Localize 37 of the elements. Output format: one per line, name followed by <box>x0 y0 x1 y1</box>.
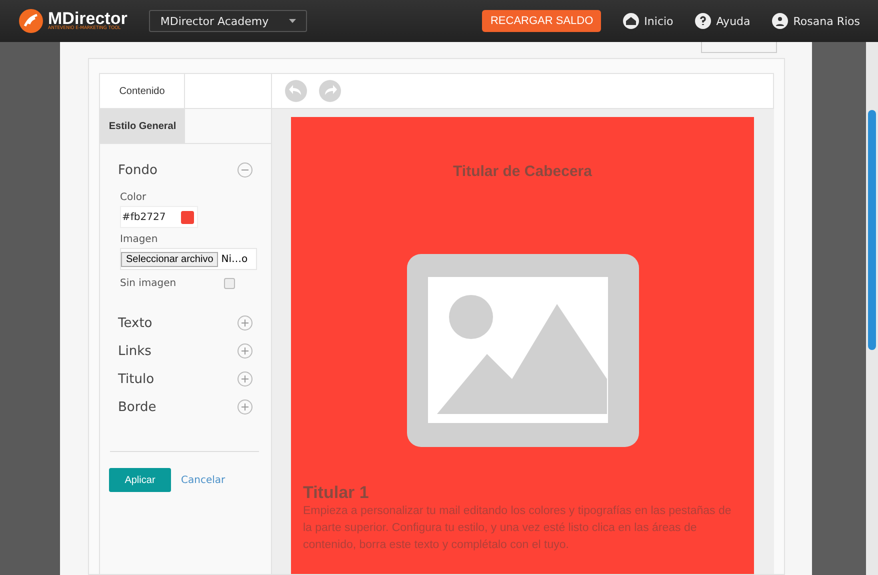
field-label: Color <box>120 192 148 203</box>
nav-link[interactable]: Rosana Rios <box>772 13 860 29</box>
scrollbar-thumb[interactable] <box>868 110 876 350</box>
user-icon <box>772 13 788 29</box>
collapse-icon[interactable] <box>237 162 253 178</box>
top-button[interactable] <box>701 42 777 53</box>
checkbox[interactable] <box>224 278 236 289</box>
checkbox-label: Sin imagen <box>120 278 176 289</box>
nav-link[interactable]: Ayuda <box>695 13 750 29</box>
expand-icon[interactable] <box>237 343 253 359</box>
home-icon <box>623 13 640 29</box>
color-field[interactable]: #fb2727 <box>120 206 198 228</box>
section-title[interactable]: Titulo <box>118 372 154 386</box>
help-icon <box>695 13 712 29</box>
nav-link[interactable]: Inicio <box>623 13 674 29</box>
email-paragraph: Empieza a personalizar tu mail editando los colores y tipografías en las pestañas de la parte superior. Configura tu estilo, y una vez esté listo clica en las áreas de contenido, borra este texto y complétalo con el tuyo. <box>303 504 732 553</box>
file-field[interactable]: Seleccionar archivo Ni…o <box>120 248 257 270</box>
color-swatch[interactable] <box>181 210 194 224</box>
email-heading: Titular 1 <box>303 483 370 503</box>
tab[interactable]: Estilo General <box>100 109 185 143</box>
redo-icon[interactable] <box>318 79 342 103</box>
image-placeholder-icon <box>406 254 638 447</box>
logo-icon <box>18 8 44 34</box>
email-header-title: Titular de Cabecera <box>453 163 592 180</box>
account-select[interactable]: MDirector Academy <box>149 10 308 32</box>
section-title[interactable]: Links <box>118 344 152 358</box>
caret-icon <box>289 19 296 23</box>
undo-icon[interactable] <box>284 79 308 103</box>
section-title[interactable]: Fondo <box>118 162 158 178</box>
file-button[interactable]: Seleccionar archivo <box>121 252 218 266</box>
expand-icon[interactable] <box>237 371 253 387</box>
expand-icon[interactable] <box>237 315 253 331</box>
section-title[interactable]: Borde <box>118 400 156 414</box>
expand-icon[interactable] <box>237 399 253 415</box>
section-title[interactable]: Texto <box>118 316 152 330</box>
file-name: Ni…o <box>221 254 248 264</box>
field-label: Imagen <box>120 234 159 245</box>
